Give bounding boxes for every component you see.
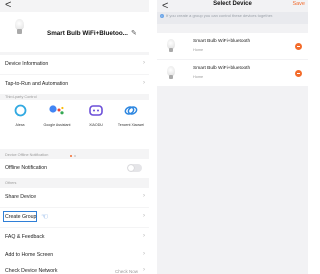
- device-name: Smart Bulb WiFi+Bluetoo...: [47, 30, 128, 37]
- bulb-base: [169, 75, 173, 79]
- add-to-home-screen-label: Add to Home Screen: [5, 252, 54, 258]
- xiaodu-label: XIAODU: [89, 123, 103, 127]
- others-section-title: Others: [5, 181, 17, 185]
- device-room: Home: [193, 48, 204, 52]
- pointer-hand-icon: ☜: [41, 212, 49, 221]
- page-dot: [73, 155, 76, 157]
- navigation-bar: <: [0, 0, 149, 12]
- page-dot-active: [70, 155, 72, 157]
- toggle-knob: [128, 165, 134, 171]
- page-title: Select Device: [213, 1, 252, 7]
- device-information-row[interactable]: Device Information ›: [0, 55, 149, 74]
- alexa-label: Alexa: [15, 123, 25, 127]
- device-information-label: Device Information: [5, 61, 49, 67]
- device-settings-screen: < Smart Bulb WiFi+Bluetoo... ✎ Device In…: [0, 0, 149, 274]
- group-hint-text: If you create a group you can control th…: [166, 12, 274, 18]
- faq-feedback-label: FAQ & Feedback: [5, 234, 45, 240]
- check-device-network-row[interactable]: Check Device Network Check Now ›: [0, 262, 149, 274]
- third-party-google-assistant[interactable]: Google Assistant: [40, 104, 74, 127]
- offline-notification-row: Offline Notification: [0, 159, 149, 178]
- chevron-right-icon: ›: [143, 193, 145, 199]
- bulb-base: [17, 29, 22, 34]
- chevron-right-icon: ›: [143, 213, 145, 219]
- chevron-right-icon: ›: [143, 60, 145, 66]
- faq-feedback-row[interactable]: FAQ & Feedback ›: [0, 228, 149, 247]
- tap-to-run-row[interactable]: Tap-to-Run and Automation ›: [0, 75, 149, 94]
- device-name: Smart Bulb WiFi+bluetooth: [193, 66, 251, 71]
- save-button[interactable]: Save: [292, 1, 305, 7]
- select-device-screen: < Select Device Save i If you create a g…: [157, 0, 308, 274]
- third-party-tencent-xiaowei[interactable]: Tencent Xiaowei: [114, 104, 148, 127]
- create-group-row[interactable]: Create Group ☜ ›: [0, 208, 149, 227]
- device-room: Home: [193, 75, 204, 79]
- check-now-value: Check Now: [114, 268, 138, 274]
- chevron-right-icon: ›: [143, 251, 145, 257]
- google-assistant-label: Google Assistant: [43, 123, 71, 127]
- device-list-item[interactable]: Smart Bulb WiFi+bluetooth Home: [157, 60, 308, 86]
- check-device-network-label: Check Device Network: [5, 268, 58, 274]
- chevron-right-icon: ›: [143, 80, 145, 86]
- third-party-xiaodu[interactable]: XIAODU: [79, 104, 113, 127]
- third-party-alexa[interactable]: Alexa: [3, 104, 37, 127]
- alexa-icon: [3, 104, 37, 117]
- offline-section-title: Device Offline Notification: [5, 153, 49, 157]
- tencent-xiaowei-label: Tencent Xiaowei: [117, 123, 145, 127]
- create-group-label: Create Group: [5, 214, 37, 220]
- device-name: Smart Bulb WiFi+bluetooth: [193, 39, 251, 44]
- chevron-right-icon: ›: [143, 233, 145, 239]
- bulb-base: [169, 48, 173, 52]
- tap-to-run-label: Tap-to-Run and Automation: [5, 81, 69, 87]
- offline-notification-label: Offline Notification: [5, 165, 48, 171]
- remove-device-icon[interactable]: [295, 70, 302, 77]
- info-icon: i: [160, 14, 164, 18]
- tencent-xiaowei-icon: [114, 104, 148, 117]
- share-device-row[interactable]: Share Device ›: [0, 188, 149, 207]
- group-hint-banner: i If you create a group you can control …: [157, 12, 308, 24]
- share-device-label: Share Device: [5, 194, 37, 200]
- offline-notification-toggle[interactable]: [127, 164, 142, 172]
- device-header[interactable]: Smart Bulb WiFi+Bluetoo... ✎: [0, 12, 149, 52]
- device-list-item[interactable]: Smart Bulb WiFi+bluetooth Home: [157, 33, 308, 59]
- third-party-control-panel: Alexa Google Assistant XIAODU Tencent Xi…: [0, 100, 149, 157]
- google-assistant-icon: [40, 104, 74, 117]
- remove-device-icon[interactable]: [295, 43, 302, 50]
- xiaodu-icon: [79, 104, 113, 117]
- back-icon[interactable]: <: [5, 0, 11, 11]
- chevron-right-icon: ›: [143, 267, 145, 273]
- third-party-section-title: Third-party Control: [5, 95, 37, 99]
- edit-icon[interactable]: ✎: [131, 29, 137, 37]
